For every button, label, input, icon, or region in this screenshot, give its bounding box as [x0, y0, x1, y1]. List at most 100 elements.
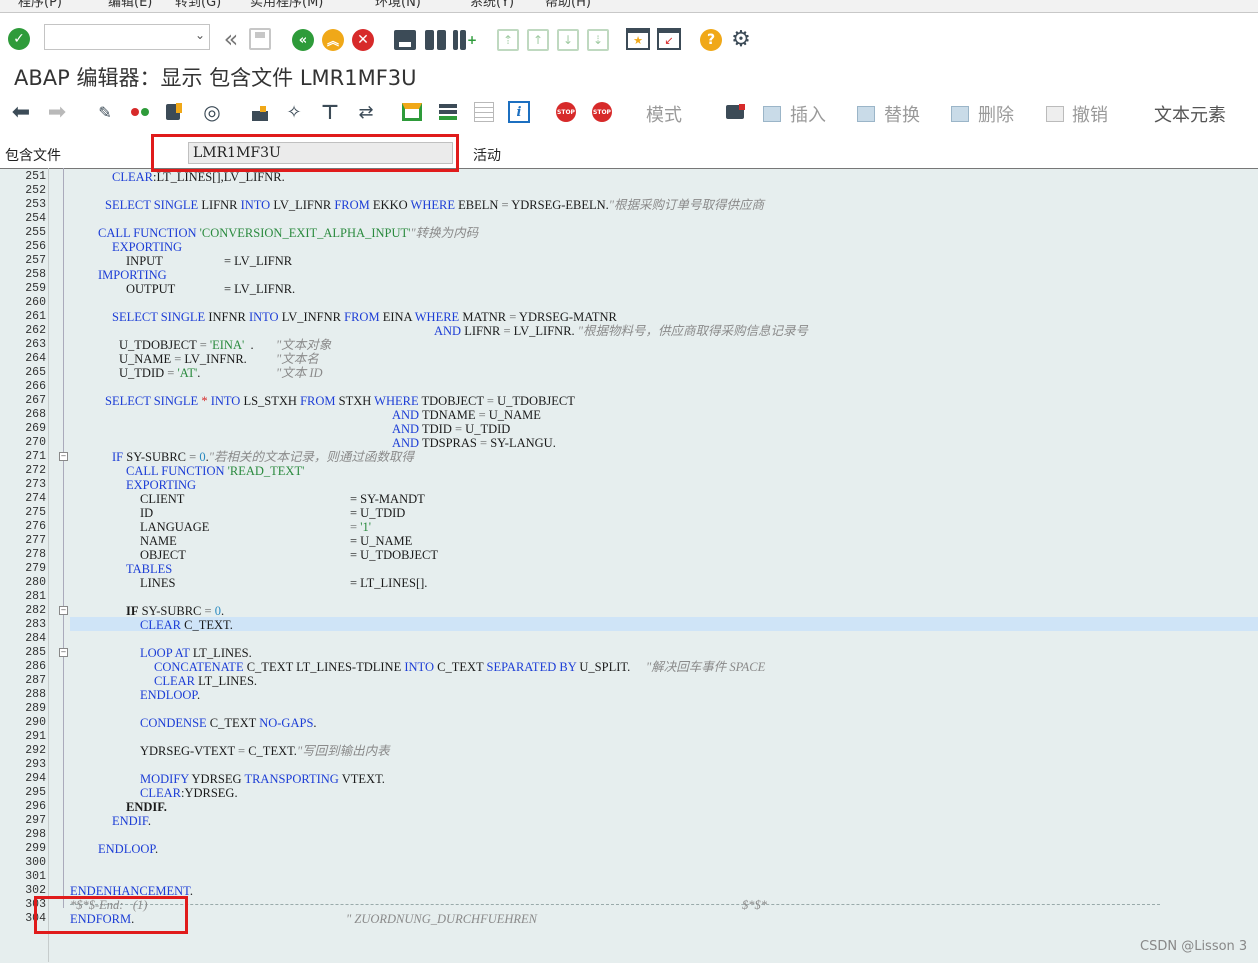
stop-breakpoint-icon[interactable]: STOP [556, 102, 576, 122]
line-number: 260 [25, 296, 46, 309]
fold-toggle-icon[interactable]: − [59, 606, 68, 615]
code-text: YDRSEG-VTEXT [140, 744, 239, 758]
code-line: LINES [140, 576, 175, 590]
code-text: SY-LANGU. [487, 436, 556, 450]
menu-goto[interactable]: 转到(G) [175, 0, 221, 10]
back-icon[interactable]: « [292, 29, 314, 51]
keyword: CLEAR [140, 786, 181, 800]
code-line: SELECT SINGLE INFNR INTO LV_INFNR FROM E… [112, 310, 617, 324]
code-text: . [189, 884, 194, 898]
settings-gear-icon[interactable]: ⚙ [729, 27, 753, 52]
code-line: IF SY-SUBRC = 0. [126, 604, 224, 618]
cancel-icon[interactable]: ✕ [352, 29, 374, 51]
code-text: YDRSEG [188, 772, 245, 786]
keyword: TABLES [126, 562, 173, 576]
highlight-box-endform [34, 896, 188, 934]
code-line: = U_TDOBJECT [350, 548, 438, 562]
code-text: LV_LIFNR. [510, 324, 578, 338]
code-text: U_SPLIT. [576, 660, 631, 674]
pattern-button[interactable]: 模式 [646, 101, 682, 127]
line-number: 285 [25, 646, 46, 659]
include-label: 包含文件 [5, 148, 61, 164]
prev-page-icon: ↑ [527, 29, 549, 51]
back-double-icon[interactable]: « [220, 25, 242, 53]
line-number: 293 [25, 758, 46, 771]
navigate-icon[interactable]: ⇄ [354, 101, 378, 123]
shortcut-icon[interactable]: ↙ [657, 28, 681, 50]
undo-icon [1046, 106, 1064, 122]
code-line: EXPORTING [112, 240, 182, 254]
line-number: 263 [25, 338, 46, 351]
magic-wand-icon[interactable]: ✧ [282, 101, 306, 123]
replace-button: 替换 [884, 105, 920, 126]
last-page-icon: ⇣ [587, 29, 609, 51]
text-elements-button[interactable]: 文本元素 [1154, 101, 1226, 127]
delete-icon [951, 106, 969, 122]
arrow-left-icon[interactable]: ⬅ [8, 100, 34, 125]
keyword: SELECT [105, 394, 151, 408]
exit-icon[interactable]: ︽ [322, 29, 344, 51]
where-used-icon[interactable]: ◎ [200, 100, 224, 124]
line-number: 276 [25, 520, 46, 533]
status-label: 活动 [473, 148, 501, 164]
menu-edit[interactable]: 编辑(E) [108, 0, 152, 10]
menu-help[interactable]: 帮助(H) [545, 0, 591, 10]
menu-environment[interactable]: 环境(N) [375, 0, 421, 10]
line-number: 267 [25, 394, 46, 407]
code-editor[interactable] [0, 168, 1258, 963]
display-change-icon[interactable]: ✎ [92, 101, 118, 123]
find-next-icon[interactable]: + [453, 29, 477, 51]
code-text: TDNAME [419, 408, 479, 422]
breakpoint-icon[interactable]: ⊤ [318, 100, 342, 124]
other-object-icon[interactable] [128, 101, 152, 123]
code-text: C_TEXT [206, 716, 260, 730]
stop-session-icon[interactable]: STOP [592, 102, 612, 122]
code-line: = U_TDID [350, 506, 405, 520]
string-literal: 'READ_TEXT' [227, 464, 305, 478]
command-input[interactable] [49, 26, 193, 50]
code-line: LOOP AT LT_LINES. [140, 646, 252, 660]
menu-system[interactable]: 系统(Y) [470, 0, 514, 10]
keyword: FROM [344, 310, 380, 324]
comment: " ZUORDNUNG_DURCHFUEHREN [346, 912, 538, 926]
chevron-down-icon[interactable]: ⌄ [195, 28, 205, 42]
activate-icon[interactable] [162, 101, 186, 123]
code-line: ENDLOOP. [98, 842, 158, 856]
code-text: EBELN [454, 198, 502, 212]
enter-check-icon[interactable]: ✓ [8, 28, 30, 50]
find-icon[interactable] [423, 29, 447, 51]
print-icon[interactable] [394, 30, 416, 50]
pretty-printer-icon[interactable] [724, 102, 746, 122]
comment: "若相关的文本记录，则通过函数取得 [208, 450, 414, 464]
info-icon[interactable]: i [508, 101, 530, 123]
keyword: CONDENSE [140, 716, 207, 730]
line-number: 286 [25, 660, 46, 673]
undo-button: 撤销 [1072, 105, 1108, 126]
code-line: U_TDID = 'AT'. [119, 366, 200, 380]
help-icon[interactable]: ? [700, 29, 722, 51]
string-literal: 'AT' [177, 366, 198, 380]
code-text: = U_TDOBJECT [350, 548, 438, 562]
line-number: 277 [25, 534, 46, 547]
operator: = [478, 408, 486, 422]
code-text: . [147, 814, 151, 828]
keyword: AND [392, 408, 420, 422]
code-text: LINES [140, 576, 176, 590]
line-number: 256 [25, 240, 46, 253]
object-tree-icon[interactable] [400, 101, 424, 123]
hierarchy-icon[interactable] [247, 101, 271, 123]
code-line: U_NAME = LV_INFNR. [119, 352, 247, 366]
code-line: IF SY-SUBRC = 0."若相关的文本记录，则通过函数取得 [112, 450, 414, 464]
operator: * [201, 394, 208, 408]
line-number: 301 [25, 870, 46, 883]
fold-toggle-icon[interactable]: − [59, 452, 68, 461]
fold-toggle-icon[interactable]: − [59, 648, 68, 657]
menu-utilities[interactable]: 实用程序(M) [250, 0, 323, 10]
line-number: 274 [25, 492, 46, 505]
keyword: AND [392, 422, 420, 436]
command-field[interactable]: ⌄ [44, 24, 210, 50]
comment: "根据物料号，供应商取得采购信息记录号 [577, 324, 809, 338]
menu-program[interactable]: 程序(P) [18, 0, 62, 10]
new-session-icon[interactable]: ★ [626, 28, 650, 50]
object-list-icon[interactable] [436, 101, 460, 123]
